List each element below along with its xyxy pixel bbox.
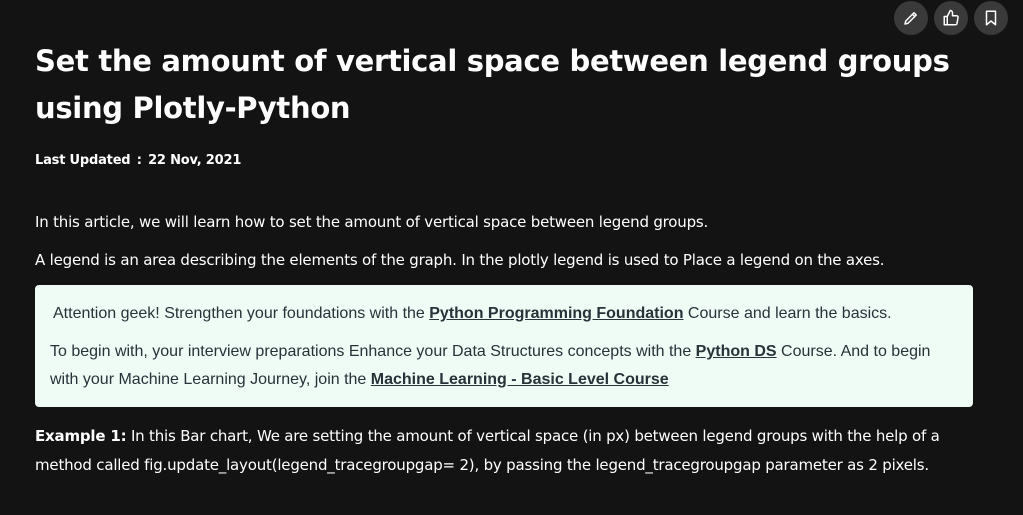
callout-line-2-before: To begin with, your interview preparatio… [50,343,696,360]
last-updated-date: 22 Nov, 2021 [148,153,242,168]
last-updated-label: Last Updated [35,153,131,168]
callout-line-2: To begin with, your interview preparatio… [50,338,958,394]
course-callout: Attention geek! Strengthen your foundati… [35,285,973,407]
python-programming-foundation-link[interactable]: Python Programming Foundation [429,305,683,322]
like-button[interactable] [934,1,968,35]
bookmark-icon [985,10,997,26]
article-title: Set the amount of vertical space between… [35,44,950,125]
article-content: Set the amount of vertical space between… [35,38,985,480]
pencil-icon [904,12,917,25]
legend-description-paragraph: A legend is an area describing the eleme… [35,251,885,269]
callout-line-1-before: Attention geek! Strengthen your foundati… [53,305,430,322]
example-1-label: Example 1: [35,427,127,445]
intro-paragraph: In this article, we will learn how to se… [35,213,709,231]
example-1-paragraph: Example 1: In this Bar chart, We are set… [35,422,985,480]
thumbs-up-icon [943,9,959,26]
machine-learning-course-link[interactable]: Machine Learning - Basic Level Course [371,371,669,388]
last-updated: Last Updated : 22 Nov, 2021 [35,153,985,168]
article-action-bar [894,1,1008,35]
example-1-text: In this Bar chart, We are setting the am… [35,427,940,474]
bookmark-button[interactable] [974,1,1008,35]
callout-line-1: Attention geek! Strengthen your foundati… [50,299,958,328]
last-updated-separator: : [136,153,142,168]
edit-button[interactable] [894,1,928,35]
python-ds-link[interactable]: Python DS [696,343,777,360]
callout-line-1-after: Course and learn the basics. [683,305,892,322]
